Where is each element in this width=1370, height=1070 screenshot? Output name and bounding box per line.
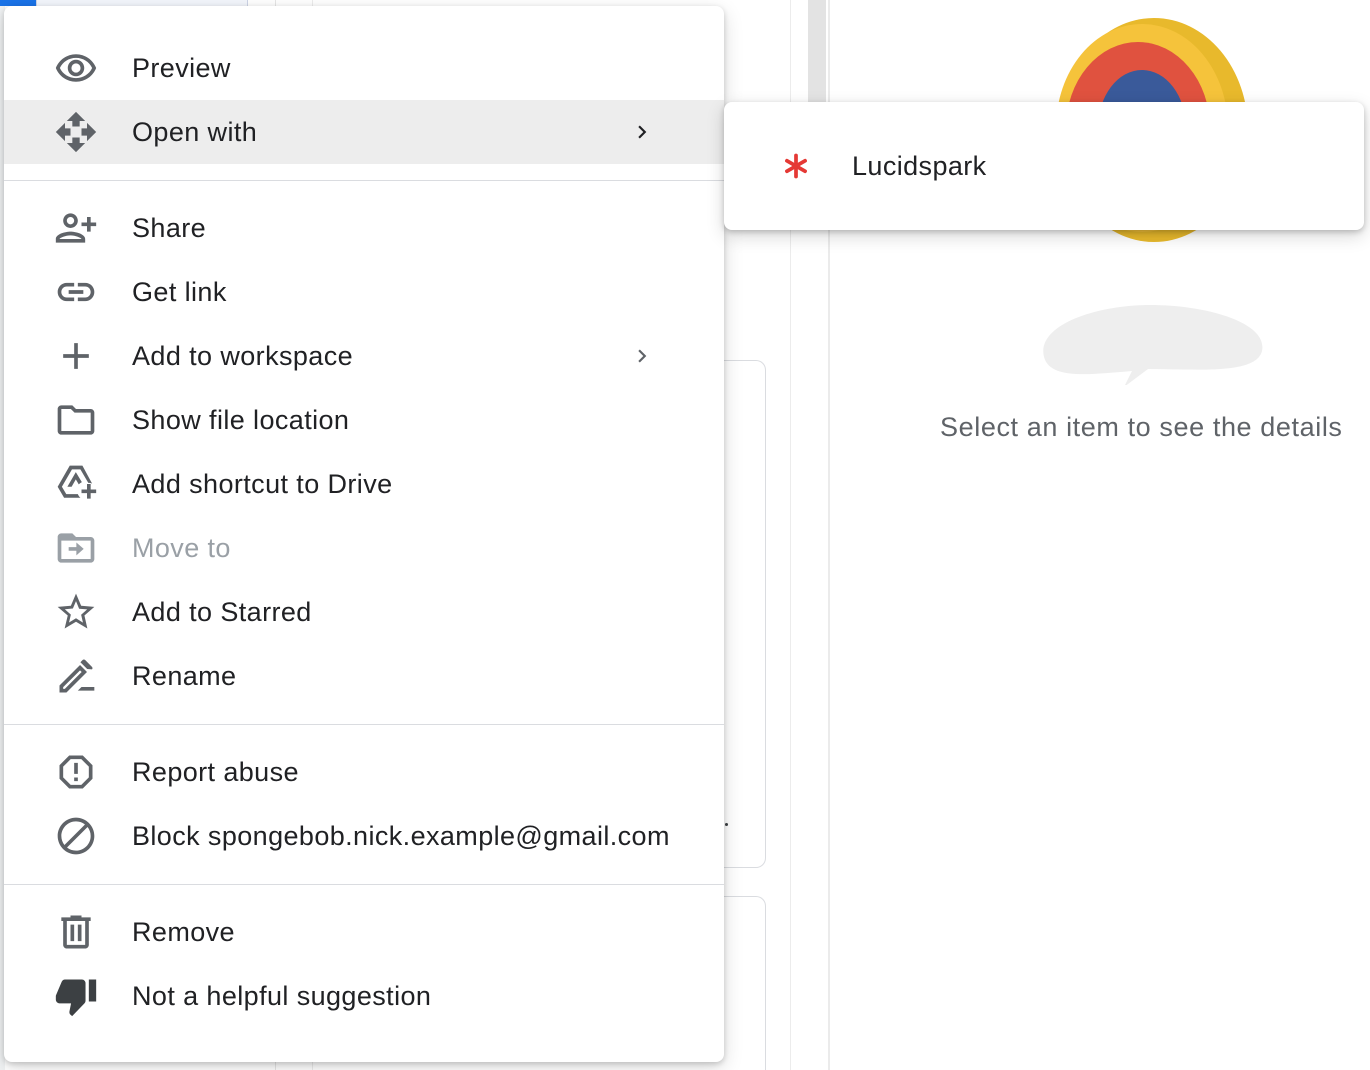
person-add-icon (52, 204, 100, 252)
trash-icon (52, 908, 100, 956)
menu-item-get-link[interactable]: Get link (4, 260, 724, 324)
menu-item-label: Preview (132, 52, 231, 83)
chevron-right-icon (626, 340, 658, 372)
menu-item-label: Move to (132, 532, 231, 563)
menu-item-rename[interactable]: Rename (4, 644, 724, 708)
menu-item-label: Add shortcut to Drive (132, 468, 393, 499)
open-with-submenu: Lucidspark (724, 102, 1364, 230)
folder-icon (52, 396, 100, 444)
chevron-right-icon (626, 116, 658, 148)
menu-item-move-to[interactable]: Move to (4, 516, 724, 580)
menu-item-add-to-starred[interactable]: Add to Starred (4, 580, 724, 644)
menu-item-label: Block spongebob.nick.example@gmail.com (132, 820, 670, 851)
move-to-folder-icon (52, 524, 100, 572)
plus-icon (52, 332, 100, 380)
menu-item-label: Remove (132, 916, 235, 947)
menu-item-label: Add to workspace (132, 340, 354, 371)
menu-item-remove[interactable]: Remove (4, 900, 724, 964)
menu-item-add-shortcut[interactable]: Add shortcut to Drive (4, 452, 724, 516)
card-ellipsis (725, 823, 728, 826)
star-outline-icon (52, 588, 100, 636)
menu-item-block-user[interactable]: Block spongebob.nick.example@gmail.com (4, 804, 724, 868)
menu-divider (4, 884, 724, 885)
thumb-down-icon (52, 972, 100, 1020)
submenu-item-lucidspark[interactable]: Lucidspark (724, 134, 1364, 198)
menu-item-not-helpful[interactable]: Not a helpful suggestion (4, 964, 724, 1028)
context-menu: Preview Open with Share Get link Add to … (4, 6, 724, 1062)
menu-divider (4, 180, 724, 181)
menu-item-report-abuse[interactable]: Report abuse (4, 740, 724, 804)
menu-item-label: Show file location (132, 404, 350, 435)
menu-item-share[interactable]: Share (4, 196, 724, 260)
menu-item-show-file-location[interactable]: Show file location (4, 388, 724, 452)
menu-item-add-to-workspace[interactable]: Add to workspace (4, 324, 724, 388)
eye-icon (52, 44, 100, 92)
menu-item-label: Add to Starred (132, 596, 312, 627)
block-icon (52, 812, 100, 860)
menu-item-label: Get link (132, 276, 227, 307)
menu-item-label: Not a helpful suggestion (132, 980, 432, 1011)
details-illustration-shadow (1043, 305, 1263, 385)
move-arrows-icon (52, 108, 100, 156)
scrollbar-thumb[interactable] (808, 0, 826, 110)
menu-item-label: Open with (132, 116, 258, 147)
submenu-item-label: Lucidspark (852, 150, 987, 181)
report-octagon-icon (52, 748, 100, 796)
menu-divider (4, 724, 724, 725)
menu-item-label: Rename (132, 660, 237, 691)
lucidspark-asterisk-icon (780, 150, 812, 182)
menu-item-preview[interactable]: Preview (4, 36, 724, 100)
drive-add-shortcut-icon (52, 460, 100, 508)
menu-item-label: Share (132, 212, 207, 243)
menu-item-label: Report abuse (132, 756, 299, 787)
menu-item-open-with[interactable]: Open with (4, 100, 724, 164)
pencil-icon (52, 652, 100, 700)
link-icon (52, 268, 100, 316)
details-empty-message: Select an item to see the details (940, 412, 1343, 442)
